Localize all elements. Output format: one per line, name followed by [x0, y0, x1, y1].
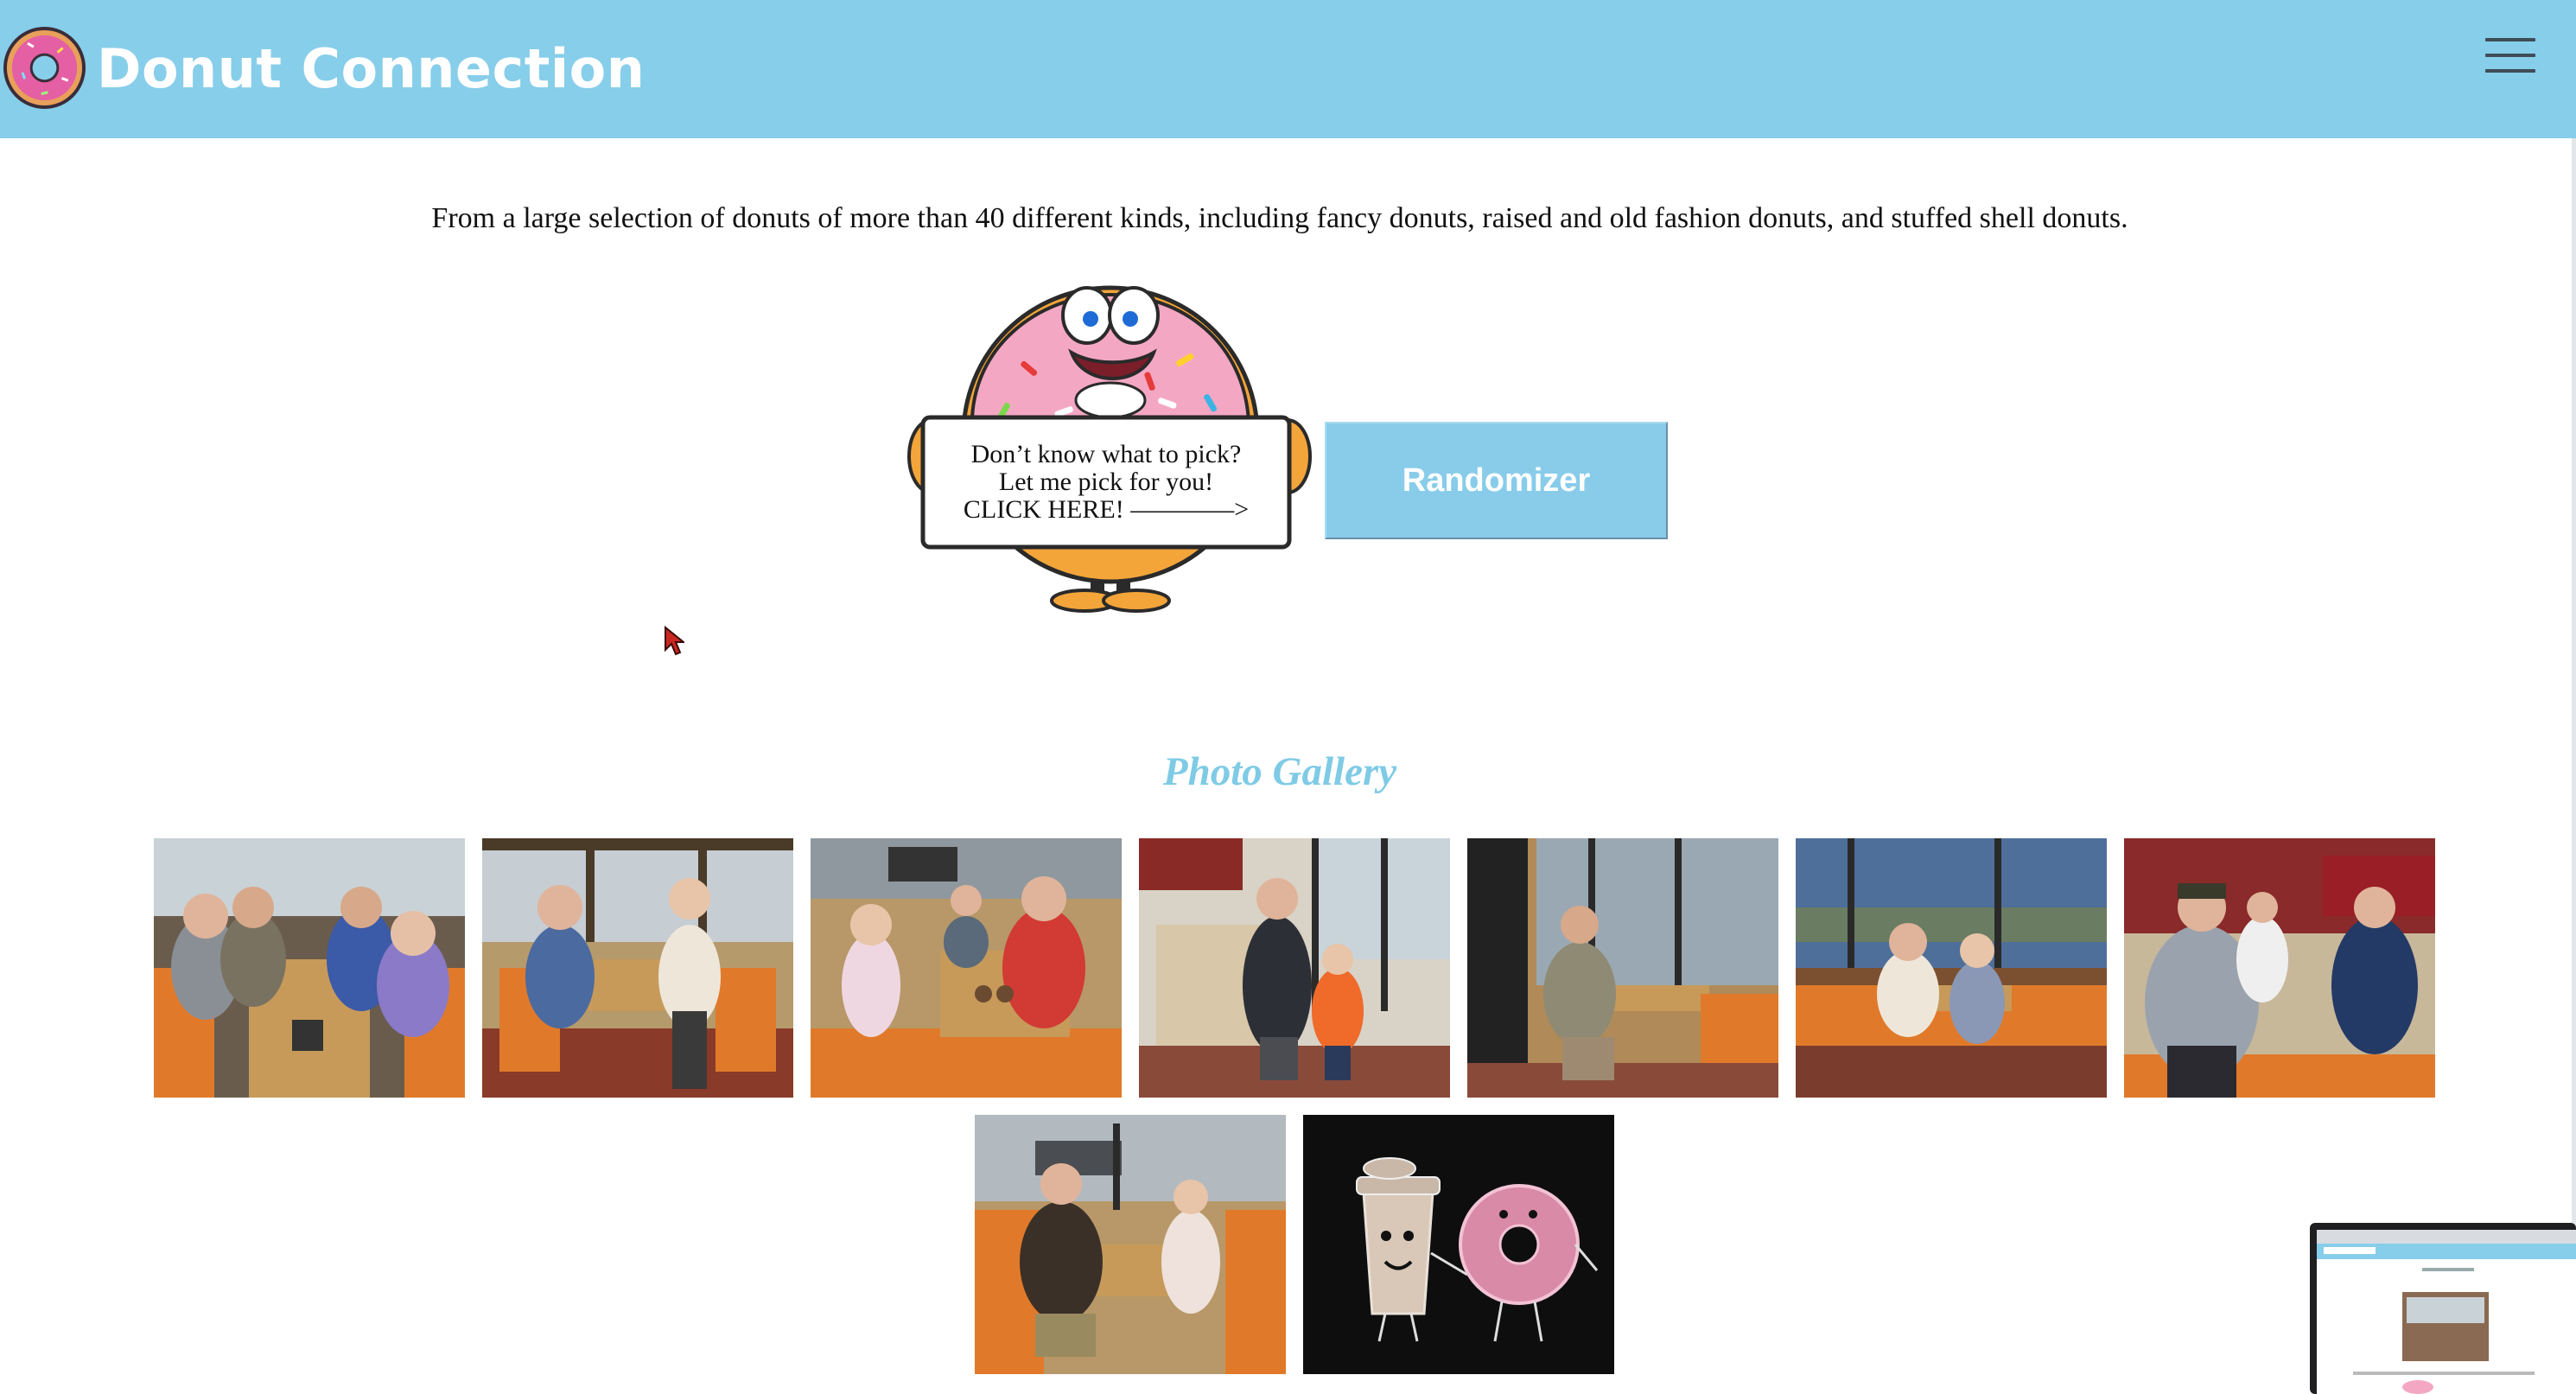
- intro-text: From a large selection of donuts of more…: [431, 202, 2128, 234]
- gallery-photo-9[interactable]: [1303, 1115, 1614, 1374]
- mouse-cursor-icon: [665, 626, 684, 656]
- donut-logo-icon[interactable]: [2, 25, 87, 111]
- gallery-photo-7[interactable]: [2124, 838, 2435, 1098]
- site-header: Donut Connection: [0, 0, 2576, 138]
- gallery-photo-6[interactable]: [1796, 838, 2107, 1098]
- hamburger-menu-icon[interactable]: [2485, 35, 2535, 76]
- sign-line-3: CLICK HERE! ————>: [964, 495, 1249, 524]
- gallery-title: Photo Gallery: [1162, 749, 1397, 794]
- gallery-photo-5[interactable]: [1467, 838, 1778, 1098]
- donut-mascot-image: Don’t know what to pick? Let me pick for…: [907, 285, 1312, 613]
- sign-line-2: Let me pick for you!: [999, 468, 1213, 496]
- gallery-photo-3[interactable]: [811, 838, 1122, 1098]
- randomizer-button[interactable]: Randomizer: [1325, 422, 1668, 539]
- window-edge: [2572, 138, 2576, 1394]
- gallery-photo-2[interactable]: [482, 838, 793, 1098]
- gallery-photo-8[interactable]: [975, 1115, 1286, 1374]
- gallery-photo-1[interactable]: [154, 838, 465, 1098]
- gallery-photo-4[interactable]: [1139, 838, 1450, 1098]
- sign-line-1: Don’t know what to pick?: [971, 440, 1242, 468]
- brand-title[interactable]: Donut Connection: [97, 29, 645, 109]
- screenshot-preview-thumbnail[interactable]: [2310, 1223, 2576, 1394]
